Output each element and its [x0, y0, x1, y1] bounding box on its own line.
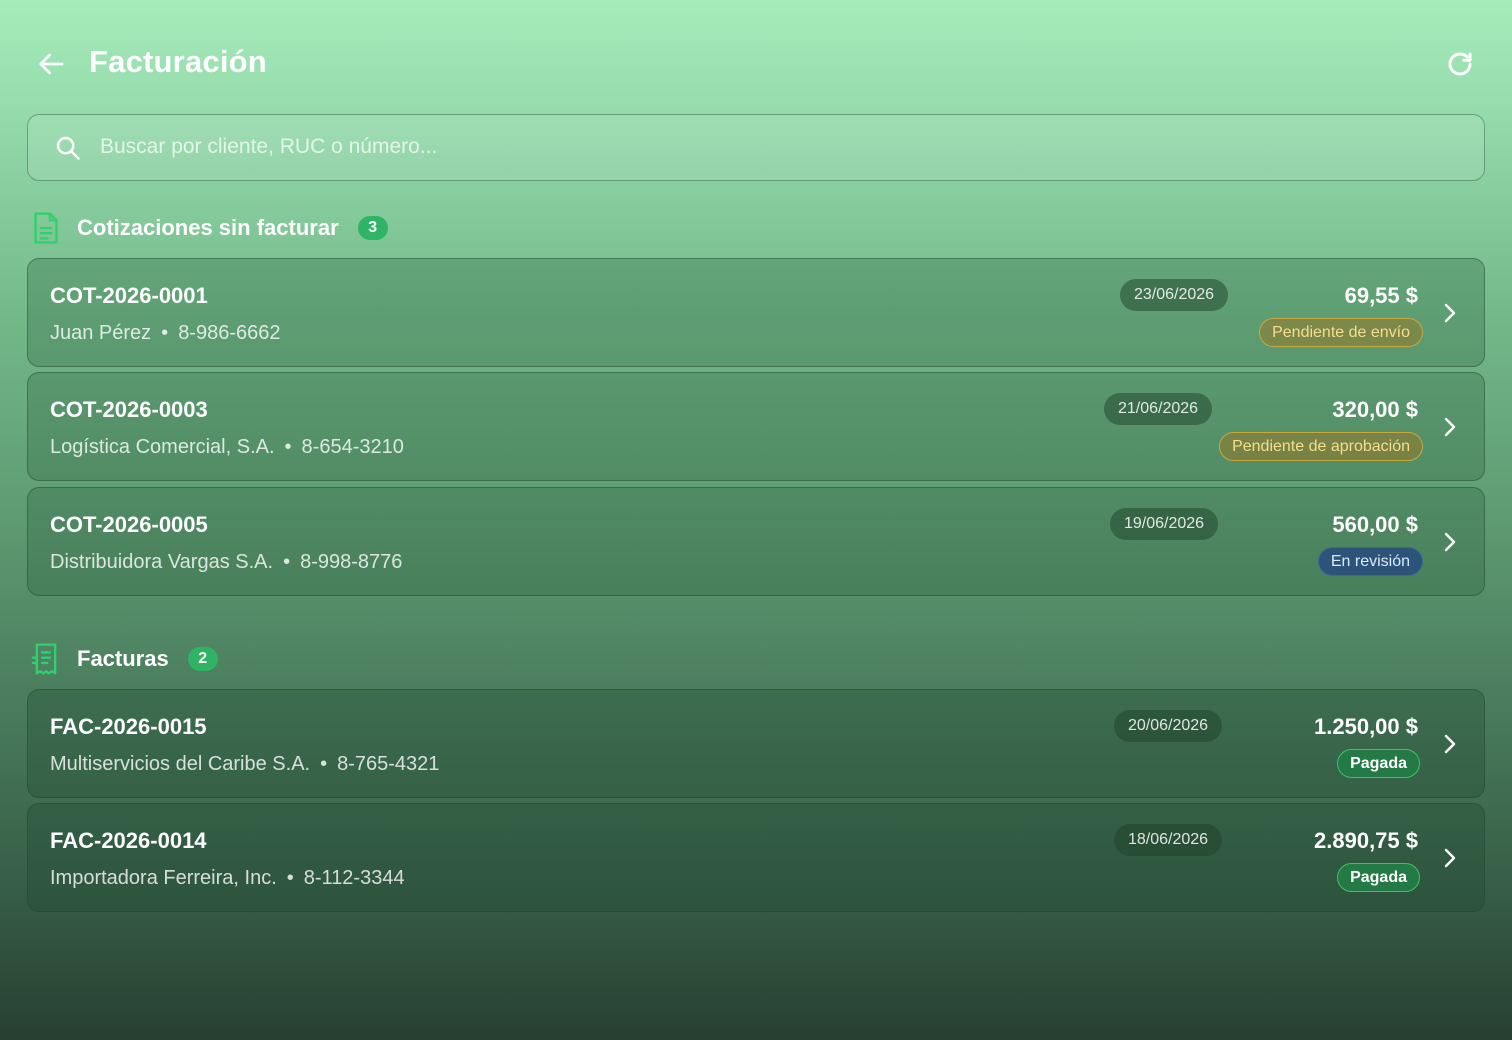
client-ruc: 8-986-6662	[178, 322, 281, 344]
date-chip: 19/06/2026	[1110, 508, 1219, 540]
chevron-right-icon	[1444, 303, 1456, 323]
invoice-client-line: Multiservicios del Caribe S.A. • 8-765-432…	[50, 753, 439, 776]
amount: 560,00 $	[1332, 512, 1418, 537]
date-chip: 18/06/2026	[1114, 824, 1223, 856]
client-ruc: 8-998-8776	[300, 551, 403, 573]
chevron-right-icon	[1444, 848, 1456, 868]
client-ruc: 8-112-3344	[303, 867, 405, 889]
search-field[interactable]	[27, 114, 1485, 181]
quote-client-line: Distribuidora Vargas S.A. • 8-998-8776	[50, 551, 402, 574]
invoice-number: FAC-2026-0015	[50, 714, 207, 739]
invoice-icon	[31, 643, 57, 675]
chevron-right-icon	[1444, 417, 1456, 437]
client-ruc: 8-654-3210	[301, 436, 404, 458]
invoice-card[interactable]: FAC-2026-0015 Multiservicios del Caribe …	[27, 689, 1485, 798]
client-name: Logística Comercial, S.A.	[50, 436, 275, 458]
quote-card[interactable]: COT-2026-0005 Distribuidora Vargas S.A. •…	[27, 487, 1485, 596]
quote-client-line: Juan Pérez • 8-986-6662	[50, 322, 281, 345]
quote-number: COT-2026-0005	[50, 512, 208, 537]
search-icon	[56, 136, 80, 160]
document-icon	[34, 212, 58, 244]
status-badge: Pendiente de aprobación	[1219, 432, 1423, 461]
separator-dot: •	[283, 551, 291, 573]
separator-dot: •	[284, 436, 292, 458]
status-badge: Pendiente de envío	[1259, 318, 1423, 347]
invoices-count-badge: 2	[187, 647, 218, 671]
app-header: Facturación	[0, 0, 1512, 110]
quote-card[interactable]: COT-2026-0001 Juan Pérez • 8-986-6662 23/0…	[27, 258, 1485, 367]
date-chip: 23/06/2026	[1120, 279, 1229, 311]
client-name: Importadora Ferreira, Inc.	[50, 867, 277, 889]
refresh-button[interactable]	[1442, 46, 1478, 82]
chevron-right-icon	[1444, 734, 1456, 754]
invoice-number: FAC-2026-0014	[50, 828, 207, 853]
invoice-card[interactable]: FAC-2026-0014 Importadora Ferreira, Inc.…	[27, 803, 1485, 912]
chevron-right-icon	[1444, 532, 1456, 552]
date-chip: 20/06/2026	[1114, 710, 1223, 742]
quotes-section-title: Cotizaciones sin facturar	[77, 215, 339, 240]
amount: 1.250,00 $	[1314, 714, 1418, 739]
separator-dot: •	[286, 867, 294, 889]
client-name: Multiservicios del Caribe S.A.	[50, 753, 311, 775]
page-title: Facturación	[89, 44, 267, 79]
amount: 320,00 $	[1332, 397, 1418, 422]
back-button[interactable]	[34, 46, 70, 82]
search-input[interactable]	[100, 115, 1470, 179]
amount: 2.890,75 $	[1314, 828, 1418, 853]
date-chip: 21/06/2026	[1104, 393, 1213, 425]
amount: 69,55 $	[1344, 283, 1418, 308]
quote-number: COT-2026-0003	[50, 397, 208, 422]
separator-dot: •	[161, 322, 169, 344]
separator-dot: •	[320, 753, 328, 775]
quotes-section-header: Cotizaciones sin facturar 3	[30, 210, 388, 246]
quote-number: COT-2026-0001	[50, 283, 208, 308]
status-badge: Pagada	[1337, 749, 1420, 778]
quotes-count-badge: 3	[357, 216, 388, 240]
quote-card[interactable]: COT-2026-0003 Logística Comercial, S.A. •…	[27, 372, 1485, 481]
quote-client-line: Logística Comercial, S.A. • 8-654-3210	[50, 436, 404, 459]
status-badge: Pagada	[1337, 863, 1420, 892]
invoices-section-title: Facturas	[77, 646, 169, 671]
client-ruc: 8-765-4321	[337, 753, 440, 775]
client-name: Juan Pérez	[50, 322, 152, 344]
invoices-section-header: Facturas 2	[30, 641, 218, 677]
refresh-icon	[1448, 52, 1472, 76]
invoice-client-line: Importadora Ferreira, Inc. • 8-112-3344	[50, 867, 405, 890]
status-badge: En revisión	[1317, 547, 1423, 576]
arrow-left-icon	[39, 53, 64, 75]
client-name: Distribuidora Vargas S.A.	[50, 551, 274, 573]
